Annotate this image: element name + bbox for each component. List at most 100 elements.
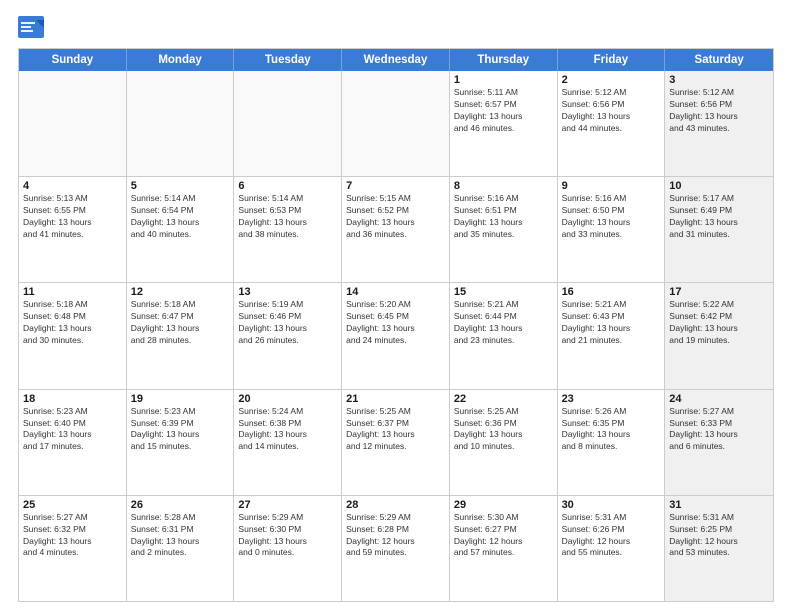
calendar-cell: 15Sunrise: 5:21 AMSunset: 6:44 PMDayligh…	[450, 283, 558, 388]
logo-icon	[18, 16, 46, 40]
logo	[18, 16, 50, 40]
header-cell-sunday: Sunday	[19, 49, 127, 71]
calendar-cell	[127, 71, 235, 176]
cell-info: Sunrise: 5:15 AMSunset: 6:52 PMDaylight:…	[346, 193, 445, 241]
day-number: 14	[346, 286, 445, 298]
day-number: 5	[131, 180, 230, 192]
cell-info: Sunrise: 5:16 AMSunset: 6:50 PMDaylight:…	[562, 193, 661, 241]
cell-info: Sunrise: 5:14 AMSunset: 6:54 PMDaylight:…	[131, 193, 230, 241]
header-cell-wednesday: Wednesday	[342, 49, 450, 71]
day-number: 17	[669, 286, 769, 298]
calendar-cell: 5Sunrise: 5:14 AMSunset: 6:54 PMDaylight…	[127, 177, 235, 282]
cell-info: Sunrise: 5:14 AMSunset: 6:53 PMDaylight:…	[238, 193, 337, 241]
calendar-cell: 11Sunrise: 5:18 AMSunset: 6:48 PMDayligh…	[19, 283, 127, 388]
cell-info: Sunrise: 5:26 AMSunset: 6:35 PMDaylight:…	[562, 406, 661, 454]
day-number: 30	[562, 499, 661, 511]
calendar-cell: 28Sunrise: 5:29 AMSunset: 6:28 PMDayligh…	[342, 496, 450, 601]
cell-info: Sunrise: 5:25 AMSunset: 6:36 PMDaylight:…	[454, 406, 553, 454]
day-number: 7	[346, 180, 445, 192]
cell-info: Sunrise: 5:21 AMSunset: 6:43 PMDaylight:…	[562, 299, 661, 347]
calendar-cell: 31Sunrise: 5:31 AMSunset: 6:25 PMDayligh…	[665, 496, 773, 601]
day-number: 12	[131, 286, 230, 298]
day-number: 9	[562, 180, 661, 192]
calendar-cell: 9Sunrise: 5:16 AMSunset: 6:50 PMDaylight…	[558, 177, 666, 282]
day-number: 27	[238, 499, 337, 511]
cell-info: Sunrise: 5:17 AMSunset: 6:49 PMDaylight:…	[669, 193, 769, 241]
cell-info: Sunrise: 5:25 AMSunset: 6:37 PMDaylight:…	[346, 406, 445, 454]
cell-info: Sunrise: 5:31 AMSunset: 6:25 PMDaylight:…	[669, 512, 769, 560]
day-number: 31	[669, 499, 769, 511]
calendar-row-3: 11Sunrise: 5:18 AMSunset: 6:48 PMDayligh…	[19, 283, 773, 389]
cell-info: Sunrise: 5:29 AMSunset: 6:30 PMDaylight:…	[238, 512, 337, 560]
header-cell-tuesday: Tuesday	[234, 49, 342, 71]
header-cell-saturday: Saturday	[665, 49, 773, 71]
cell-info: Sunrise: 5:12 AMSunset: 6:56 PMDaylight:…	[669, 87, 769, 135]
cell-info: Sunrise: 5:13 AMSunset: 6:55 PMDaylight:…	[23, 193, 122, 241]
calendar-body: 1Sunrise: 5:11 AMSunset: 6:57 PMDaylight…	[19, 71, 773, 601]
day-number: 4	[23, 180, 122, 192]
calendar-cell: 18Sunrise: 5:23 AMSunset: 6:40 PMDayligh…	[19, 390, 127, 495]
calendar-header: SundayMondayTuesdayWednesdayThursdayFrid…	[19, 49, 773, 71]
calendar-cell: 29Sunrise: 5:30 AMSunset: 6:27 PMDayligh…	[450, 496, 558, 601]
day-number: 19	[131, 393, 230, 405]
day-number: 1	[454, 74, 553, 86]
cell-info: Sunrise: 5:18 AMSunset: 6:48 PMDaylight:…	[23, 299, 122, 347]
day-number: 26	[131, 499, 230, 511]
cell-info: Sunrise: 5:16 AMSunset: 6:51 PMDaylight:…	[454, 193, 553, 241]
day-number: 15	[454, 286, 553, 298]
calendar-cell: 14Sunrise: 5:20 AMSunset: 6:45 PMDayligh…	[342, 283, 450, 388]
calendar-cell: 26Sunrise: 5:28 AMSunset: 6:31 PMDayligh…	[127, 496, 235, 601]
calendar-row-1: 1Sunrise: 5:11 AMSunset: 6:57 PMDaylight…	[19, 71, 773, 177]
calendar-cell: 4Sunrise: 5:13 AMSunset: 6:55 PMDaylight…	[19, 177, 127, 282]
day-number: 10	[669, 180, 769, 192]
calendar-cell	[342, 71, 450, 176]
cell-info: Sunrise: 5:21 AMSunset: 6:44 PMDaylight:…	[454, 299, 553, 347]
day-number: 2	[562, 74, 661, 86]
calendar-cell: 8Sunrise: 5:16 AMSunset: 6:51 PMDaylight…	[450, 177, 558, 282]
calendar-cell: 22Sunrise: 5:25 AMSunset: 6:36 PMDayligh…	[450, 390, 558, 495]
calendar-cell: 16Sunrise: 5:21 AMSunset: 6:43 PMDayligh…	[558, 283, 666, 388]
cell-info: Sunrise: 5:27 AMSunset: 6:33 PMDaylight:…	[669, 406, 769, 454]
day-number: 22	[454, 393, 553, 405]
calendar-cell: 3Sunrise: 5:12 AMSunset: 6:56 PMDaylight…	[665, 71, 773, 176]
header-cell-thursday: Thursday	[450, 49, 558, 71]
page: SundayMondayTuesdayWednesdayThursdayFrid…	[0, 0, 792, 612]
day-number: 11	[23, 286, 122, 298]
header-cell-monday: Monday	[127, 49, 235, 71]
cell-info: Sunrise: 5:22 AMSunset: 6:42 PMDaylight:…	[669, 299, 769, 347]
cell-info: Sunrise: 5:23 AMSunset: 6:40 PMDaylight:…	[23, 406, 122, 454]
calendar-cell: 2Sunrise: 5:12 AMSunset: 6:56 PMDaylight…	[558, 71, 666, 176]
calendar-row-5: 25Sunrise: 5:27 AMSunset: 6:32 PMDayligh…	[19, 496, 773, 601]
calendar-cell: 13Sunrise: 5:19 AMSunset: 6:46 PMDayligh…	[234, 283, 342, 388]
calendar-cell: 1Sunrise: 5:11 AMSunset: 6:57 PMDaylight…	[450, 71, 558, 176]
calendar-row-4: 18Sunrise: 5:23 AMSunset: 6:40 PMDayligh…	[19, 390, 773, 496]
cell-info: Sunrise: 5:20 AMSunset: 6:45 PMDaylight:…	[346, 299, 445, 347]
calendar-cell	[234, 71, 342, 176]
calendar-row-2: 4Sunrise: 5:13 AMSunset: 6:55 PMDaylight…	[19, 177, 773, 283]
cell-info: Sunrise: 5:27 AMSunset: 6:32 PMDaylight:…	[23, 512, 122, 560]
calendar-cell: 6Sunrise: 5:14 AMSunset: 6:53 PMDaylight…	[234, 177, 342, 282]
header-row	[18, 16, 774, 40]
day-number: 16	[562, 286, 661, 298]
cell-info: Sunrise: 5:18 AMSunset: 6:47 PMDaylight:…	[131, 299, 230, 347]
cell-info: Sunrise: 5:30 AMSunset: 6:27 PMDaylight:…	[454, 512, 553, 560]
calendar: SundayMondayTuesdayWednesdayThursdayFrid…	[18, 48, 774, 602]
day-number: 25	[23, 499, 122, 511]
day-number: 29	[454, 499, 553, 511]
calendar-cell: 20Sunrise: 5:24 AMSunset: 6:38 PMDayligh…	[234, 390, 342, 495]
calendar-cell: 19Sunrise: 5:23 AMSunset: 6:39 PMDayligh…	[127, 390, 235, 495]
cell-info: Sunrise: 5:29 AMSunset: 6:28 PMDaylight:…	[346, 512, 445, 560]
calendar-cell: 12Sunrise: 5:18 AMSunset: 6:47 PMDayligh…	[127, 283, 235, 388]
day-number: 28	[346, 499, 445, 511]
day-number: 3	[669, 74, 769, 86]
day-number: 13	[238, 286, 337, 298]
calendar-cell: 10Sunrise: 5:17 AMSunset: 6:49 PMDayligh…	[665, 177, 773, 282]
cell-info: Sunrise: 5:31 AMSunset: 6:26 PMDaylight:…	[562, 512, 661, 560]
calendar-cell	[19, 71, 127, 176]
cell-info: Sunrise: 5:19 AMSunset: 6:46 PMDaylight:…	[238, 299, 337, 347]
calendar-cell: 17Sunrise: 5:22 AMSunset: 6:42 PMDayligh…	[665, 283, 773, 388]
day-number: 6	[238, 180, 337, 192]
calendar-cell: 27Sunrise: 5:29 AMSunset: 6:30 PMDayligh…	[234, 496, 342, 601]
day-number: 8	[454, 180, 553, 192]
day-number: 21	[346, 393, 445, 405]
